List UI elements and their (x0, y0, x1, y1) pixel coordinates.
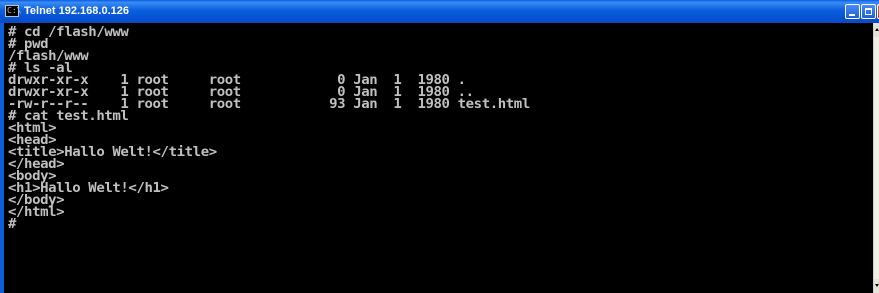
scroll-down-arrow-icon[interactable] (874, 279, 879, 293)
console-app-icon[interactable]: C:\ (5, 5, 21, 17)
console-prompt: # (8, 217, 17, 232)
maximize-icon[interactable] (861, 4, 876, 19)
console-line: </html> (8, 205, 65, 220)
scroll-up-arrow-icon[interactable] (874, 23, 879, 37)
telnet-window: C:\ Telnet 192.168.0.126 # cd /flash/www… (0, 0, 879, 293)
vertical-scrollbar[interactable] (873, 23, 879, 293)
minimize-icon[interactable] (845, 4, 860, 19)
console-area[interactable]: # cd /flash/www # pwd /flash/www # ls -a… (4, 23, 873, 293)
window-title: Telnet 192.168.0.126 (24, 5, 129, 17)
title-bar[interactable]: C:\ Telnet 192.168.0.126 (0, 0, 879, 24)
